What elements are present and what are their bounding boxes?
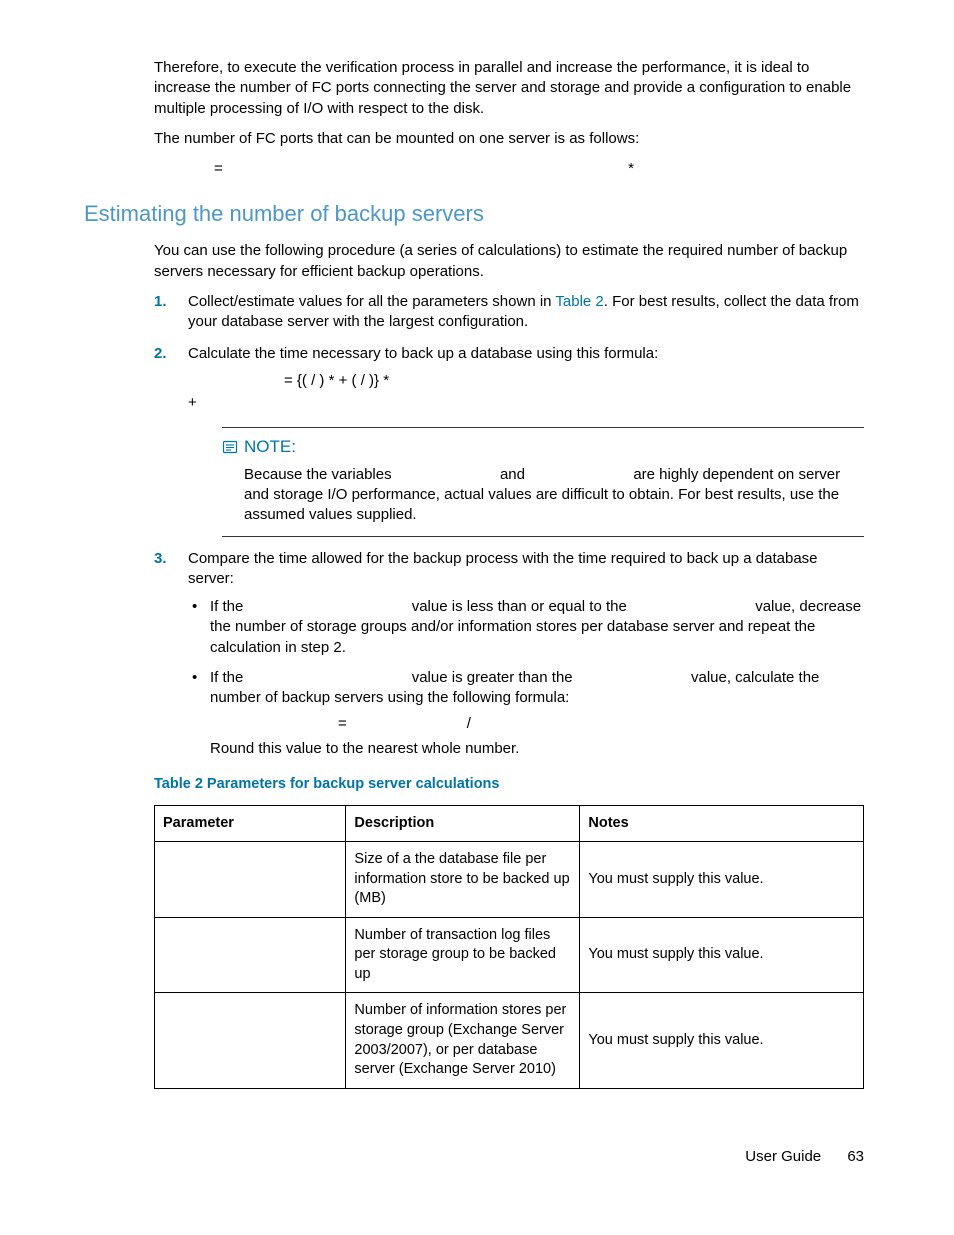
col-parameter: Parameter [155,805,346,842]
note-header: NOTE: [222,436,864,459]
step-number: 2. [154,344,167,364]
section-lead: You can use the following procedure (a s… [154,241,864,282]
footer-label: User Guide [745,1148,821,1165]
page-number: 63 [847,1148,864,1165]
cell-notes: You must supply this value. [580,917,864,993]
formula-expression: = {( / ) * + ( / )} * [284,372,389,389]
note-body-a: Because the variables [244,466,396,483]
bullet-2-a: If the [210,669,248,686]
bullet-1-a: If the [210,598,248,615]
backup-servers-formula: =/ [210,714,864,734]
note-label: NOTE: [244,436,296,459]
step-list: 1. Collect/estimate values for all the p… [154,292,864,759]
equals-sign: = [214,159,364,179]
step-number: 1. [154,292,167,312]
intro-paragraph-1: Therefore, to execute the verification p… [154,58,864,119]
parameters-table: Parameter Description Notes Size of a th… [154,805,864,1089]
table-row: Number of transaction log files per stor… [155,917,864,993]
fc-ports-formula: = * [154,159,864,179]
cell-parameter [155,917,346,993]
step-3-bullets: • If the value is less than or equal to … [188,597,864,759]
round-note: Round this value to the nearest whole nu… [210,739,864,759]
table-2-link[interactable]: Table 2 [555,293,603,310]
note-rule-bottom [222,536,864,537]
step-2-text: Calculate the time necessary to back up … [188,345,658,362]
cell-parameter [155,993,346,1088]
step-3-text: Compare the time allowed for the backup … [188,550,818,587]
slash-sign: / [467,714,471,734]
step-1: 1. Collect/estimate values for all the p… [154,292,864,333]
formula-plus-line: + [188,393,864,413]
table-caption: Table 2 Parameters for backup server cal… [154,775,864,795]
bullet-1: • If the value is less than or equal to … [188,597,864,658]
col-description: Description [346,805,580,842]
bullet-1-b: value is less than or equal to the [412,598,631,615]
cell-description: Number of information stores per storage… [346,993,580,1088]
step-2: 2. Calculate the time necessary to back … [154,344,864,536]
bullet-icon: • [192,597,197,617]
intro-block: Therefore, to execute the verification p… [154,58,864,179]
backup-time-formula: = {( / ) * + ( / )} * [188,371,864,391]
table-row: Size of a the database file per informat… [155,842,864,918]
cell-description: Size of a the database file per informat… [346,842,580,918]
bullet-2: • If the value is greater than the value… [188,668,864,759]
asterisk-sign: * [628,159,634,179]
page: Therefore, to execute the verification p… [0,0,954,1235]
step-number: 3. [154,549,167,569]
bullet-2-b: value is greater than the [412,669,577,686]
note-icon [222,440,238,454]
cell-description: Number of transaction log files per stor… [346,917,580,993]
section-body: You can use the following procedure (a s… [154,241,864,1088]
equals-sign: = [338,714,347,734]
note-block: NOTE: Because the variables and are high… [222,427,864,537]
col-notes: Notes [580,805,864,842]
table-header-row: Parameter Description Notes [155,805,864,842]
note-body-b: and [500,466,529,483]
cell-notes: You must supply this value. [580,993,864,1088]
note-rule-top [222,427,864,428]
page-footer: User Guide 63 [745,1148,864,1165]
note-body: Because the variables and are highly dep… [244,465,864,526]
cell-notes: You must supply this value. [580,842,864,918]
intro-paragraph-2: The number of FC ports that can be mount… [154,129,864,149]
step-3: 3. Compare the time allowed for the back… [154,549,864,759]
step-1-text-a: Collect/estimate values for all the para… [188,293,555,310]
cell-parameter [155,842,346,918]
table-row: Number of information stores per storage… [155,993,864,1088]
section-heading: Estimating the number of backup servers [84,201,864,227]
bullet-icon: • [192,668,197,688]
